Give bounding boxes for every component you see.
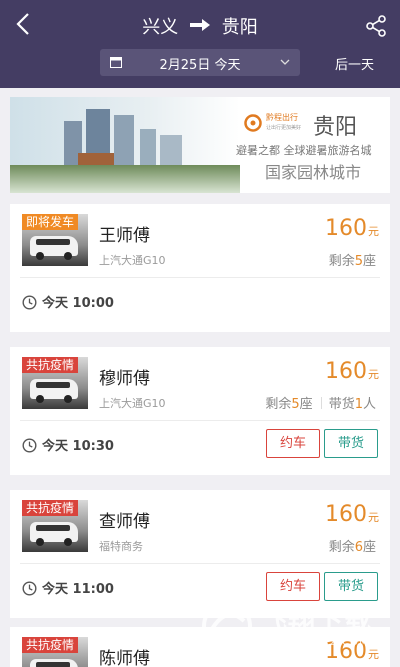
- banner-slogan: 避暑之都 全球避暑旅游名城: [236, 144, 372, 157]
- watermark-title: 飞翔下载: [260, 606, 372, 637]
- seats-remaining: 6: [354, 540, 363, 555]
- trip-card[interactable]: 即将发车王师傅上汽大通G10 160元剩余5座今天 10:00: [10, 204, 390, 332]
- top-bar: 兴义 贵阳 2月25日 今天 后一天: [0, 0, 400, 88]
- origin-city: 兴义: [142, 17, 179, 38]
- clock-icon: [22, 581, 37, 596]
- send-cargo-button[interactable]: 带货: [324, 572, 378, 601]
- clock-icon: [22, 438, 37, 453]
- watermark-url: WWW.FXXZ.COM: [272, 637, 369, 648]
- seat-info: 剩余5座: [328, 254, 376, 269]
- card-divider: [20, 420, 380, 421]
- seat-info: 剩余5座 带货1人: [265, 397, 376, 412]
- cargo-count: 1: [354, 397, 363, 412]
- brand-name: 黔程出行: [266, 113, 298, 122]
- destination-city: 贵阳: [221, 17, 258, 38]
- promo-banner[interactable]: 黔程出行 让出行更加美好 贵阳 避暑之都 全球避暑旅游名城 国家园林城市: [10, 97, 390, 193]
- date-selector[interactable]: 2月25日 今天: [100, 49, 300, 76]
- departure-time: 今天 11:00: [22, 578, 114, 597]
- trip-price: 160元: [325, 359, 379, 384]
- trip-card[interactable]: 共抗疫情穆师傅上汽大通G10 160元剩余5座 带货1人今天 10:30 约车 带货: [10, 347, 390, 475]
- chevron-down-icon: [280, 59, 290, 65]
- trip-tag: 共抗疫情: [22, 357, 79, 373]
- seats-remaining: 5: [354, 254, 363, 269]
- driver-name: 查师傅: [99, 512, 150, 532]
- departure-time: 今天 10:30: [22, 435, 114, 454]
- city-skyline-image: [10, 97, 240, 193]
- route-title: 兴义 贵阳: [0, 13, 400, 39]
- share-icon[interactable]: [364, 14, 388, 38]
- card-divider: [20, 277, 380, 278]
- seats-remaining: 5: [291, 397, 300, 412]
- banner-city: 贵阳: [313, 115, 358, 140]
- banner-subslogan: 国家园林城市: [265, 163, 362, 182]
- trip-tag: 共抗疫情: [22, 500, 79, 516]
- send-cargo-button[interactable]: 带货: [324, 429, 378, 458]
- trip-price: 160元: [325, 216, 379, 241]
- watermark: 飞翔下载 WWW.FXXZ.COM: [200, 599, 386, 653]
- card-divider: [20, 563, 380, 564]
- trip-tag: 即将发车: [22, 214, 79, 230]
- next-day-button[interactable]: 后一天: [335, 54, 374, 73]
- book-ride-button[interactable]: 约车: [266, 572, 320, 601]
- book-ride-button[interactable]: 约车: [266, 429, 320, 458]
- driver-name: 穆师傅: [99, 369, 150, 389]
- brand-tagline: 让出行更加美好: [266, 125, 302, 131]
- driver-name: 王师傅: [99, 226, 150, 246]
- seat-info: 剩余6座: [328, 540, 376, 555]
- departure-time: 今天 10:00: [22, 292, 114, 311]
- brand-logo-icon: [244, 114, 262, 132]
- vehicle-model: 上汽大通G10: [99, 397, 166, 410]
- trip-price: 160元: [325, 502, 379, 527]
- vehicle-model: 福特商务: [99, 540, 143, 553]
- trip-tag: 共抗疫情: [22, 637, 79, 653]
- driver-name: 陈师傅: [99, 649, 150, 667]
- route-arrow-icon: [190, 19, 210, 31]
- clock-icon: [22, 295, 37, 310]
- vehicle-model: 上汽大通G10: [99, 254, 166, 267]
- selected-date: 2月25日 今天: [159, 58, 241, 73]
- watermark-logo-icon: [202, 601, 252, 651]
